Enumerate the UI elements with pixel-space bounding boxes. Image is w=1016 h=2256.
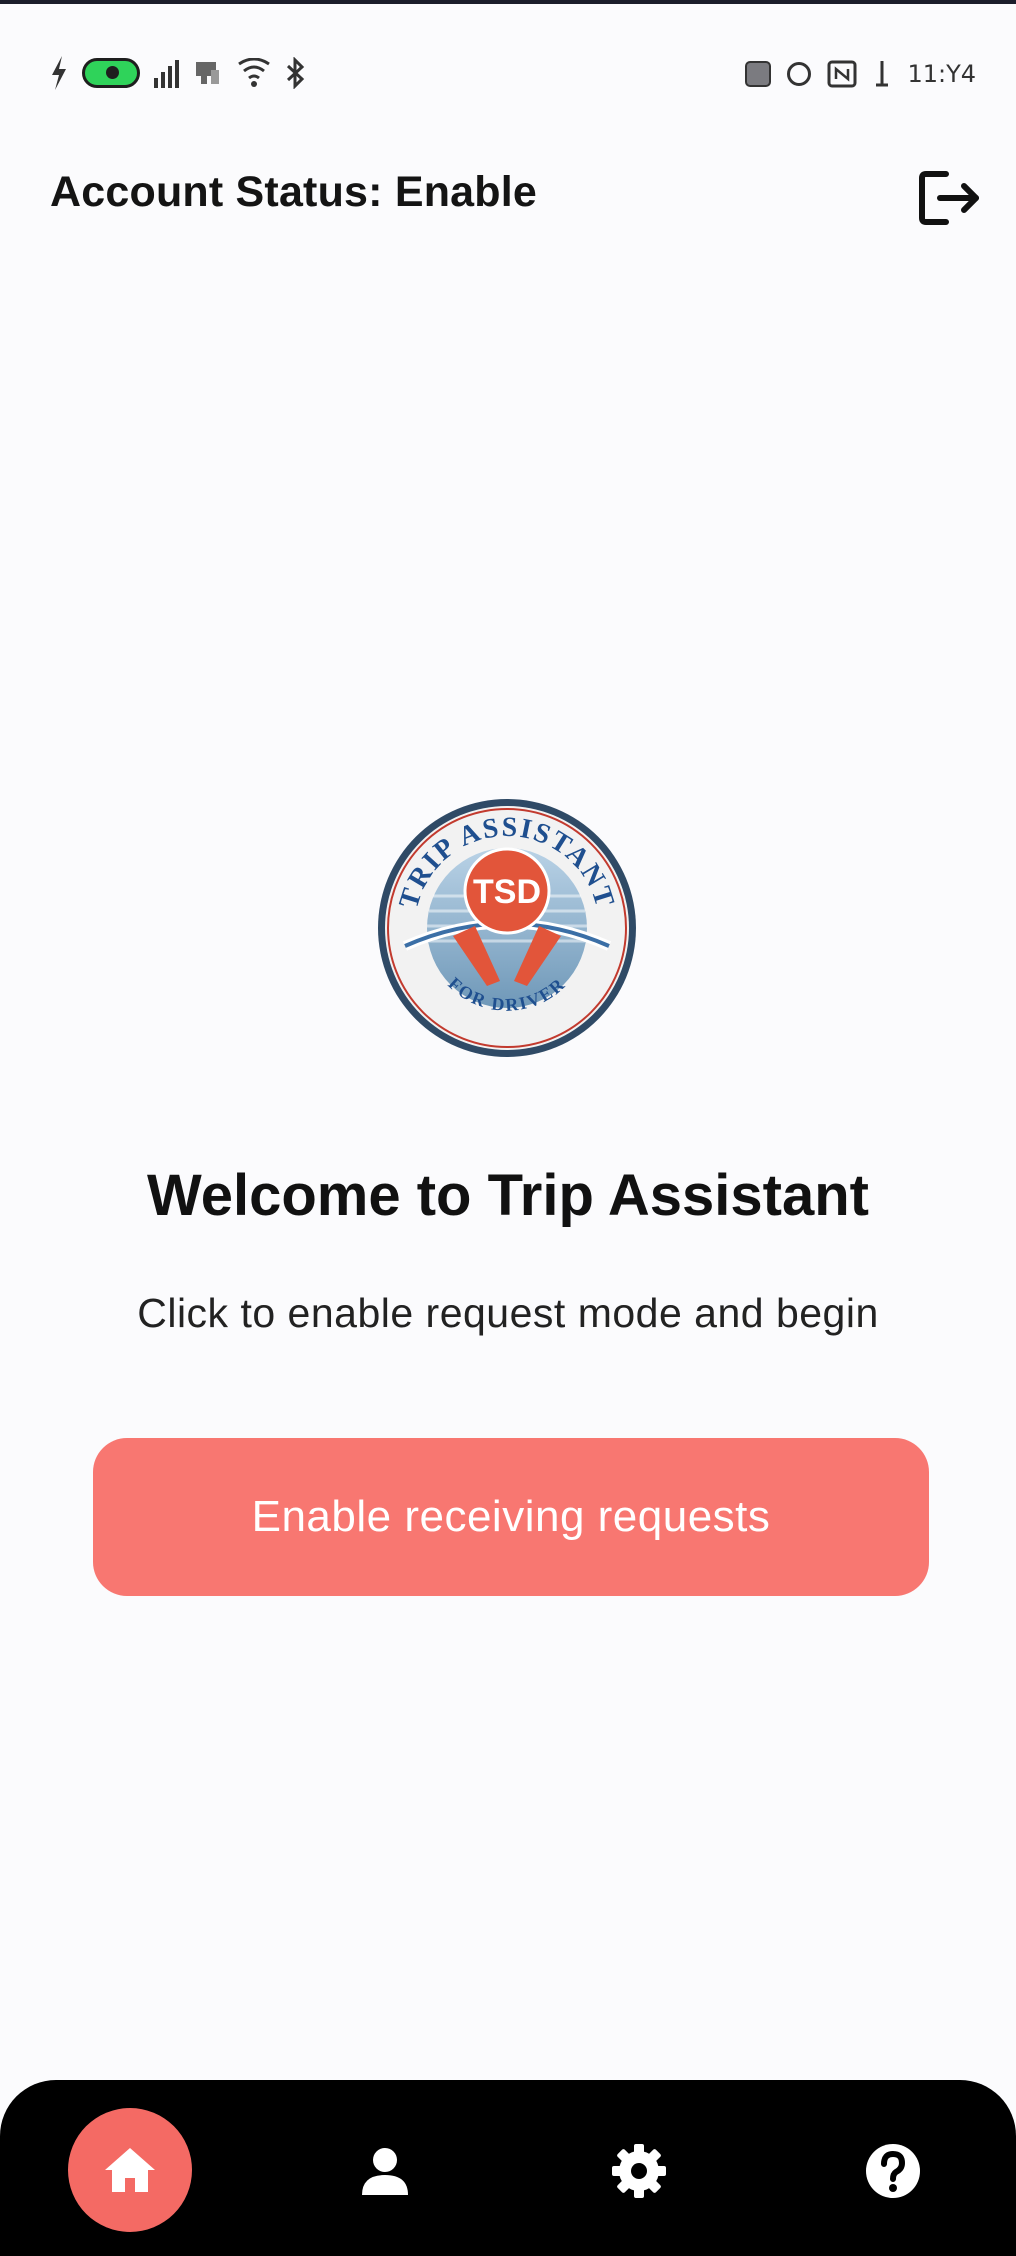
bluetooth-icon bbox=[286, 57, 305, 89]
screenshot-icon bbox=[745, 61, 772, 87]
eye-toggle-icon bbox=[82, 58, 140, 88]
home-icon bbox=[105, 2148, 155, 2192]
account-status-title: Account Status: Enable bbox=[50, 168, 538, 216]
trip-assistant-logo: TSD TRIP ASSISTANT FOR DRIVER bbox=[378, 799, 636, 1057]
settings-icon bbox=[612, 2144, 666, 2198]
profile-icon bbox=[362, 2148, 408, 2195]
status-time: 11:Y4 bbox=[907, 60, 976, 88]
logo-badge-text: TSD bbox=[473, 873, 541, 911]
nav-home[interactable] bbox=[68, 2108, 192, 2232]
wifi-icon bbox=[238, 58, 270, 87]
nav-settings[interactable] bbox=[594, 2126, 684, 2216]
status-bar-right: 11:Y4 bbox=[745, 56, 976, 92]
flash-icon bbox=[52, 56, 66, 90]
help-icon bbox=[866, 2144, 920, 2198]
nfc-icon bbox=[827, 60, 857, 88]
nav-profile[interactable] bbox=[340, 2126, 430, 2216]
status-bar: 11:Y4 bbox=[0, 40, 1016, 110]
bottom-navigation bbox=[0, 2080, 1016, 2256]
welcome-heading: Welcome to Trip Assistant bbox=[147, 1163, 869, 1228]
logout-icon[interactable] bbox=[918, 168, 984, 228]
status-bar-left bbox=[50, 56, 307, 90]
nav-help[interactable] bbox=[848, 2126, 938, 2216]
welcome-subtitle: Click to enable request mode and begin bbox=[137, 1290, 879, 1336]
top-edge bbox=[0, 0, 1016, 4]
signal-icon bbox=[154, 58, 179, 88]
battery-icon bbox=[876, 61, 889, 87]
notification-icon bbox=[196, 62, 219, 84]
alarm-icon bbox=[787, 62, 812, 86]
enable-receiving-requests-button[interactable]: Enable receiving requests bbox=[93, 1438, 929, 1596]
